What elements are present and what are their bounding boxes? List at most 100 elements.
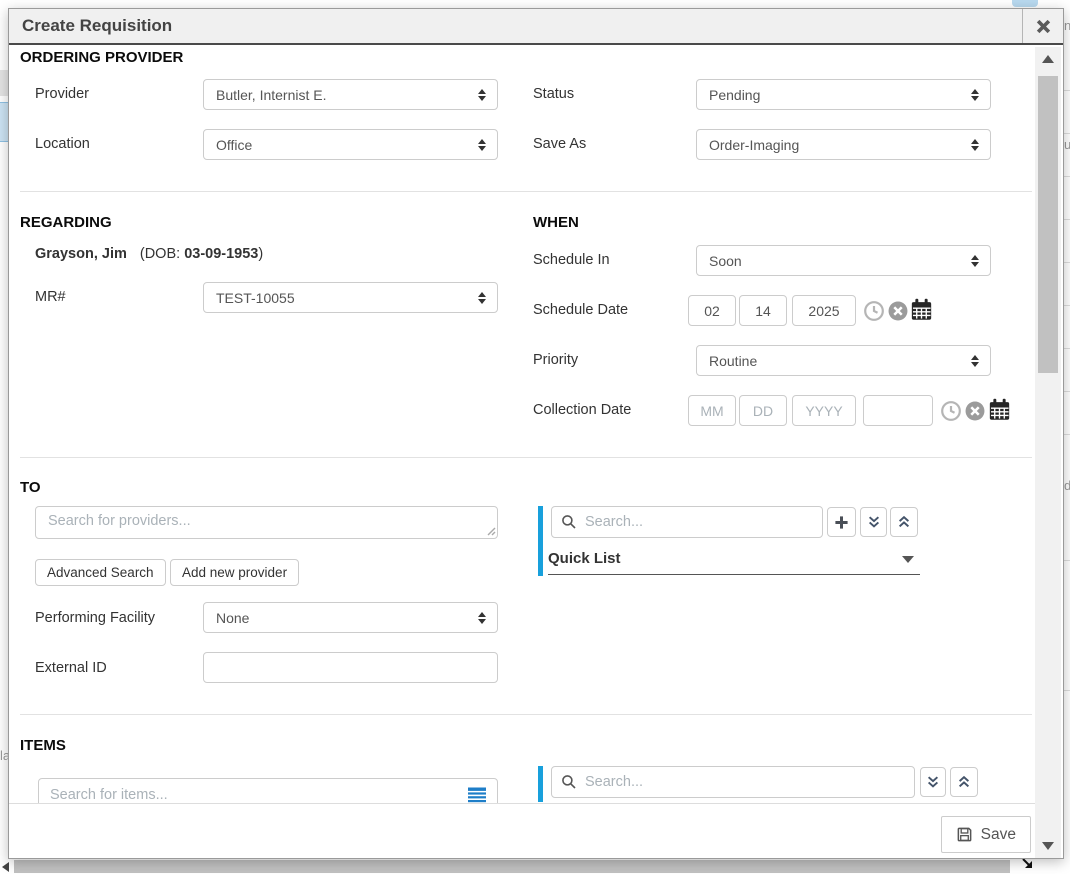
section-title-when: WHEN bbox=[533, 214, 579, 231]
schedule-time-clock-icon[interactable] bbox=[863, 300, 885, 322]
search-icon bbox=[561, 774, 577, 790]
resize-grip-icon[interactable] bbox=[486, 526, 496, 536]
quick-list-label: Quick List bbox=[548, 550, 621, 567]
schedule-date-month-input[interactable] bbox=[688, 295, 736, 326]
background-text-fragment: la bbox=[0, 748, 8, 763]
performing-facility-select[interactable]: None bbox=[203, 602, 498, 633]
hscroll-left-arrow-icon[interactable] bbox=[2, 862, 9, 872]
quick-list-underline bbox=[548, 574, 920, 575]
patient-line: Grayson, Jim (DOB: 03-09-1953) bbox=[35, 246, 263, 262]
status-label: Status bbox=[533, 86, 574, 102]
select-updown-icon bbox=[478, 612, 486, 624]
collection-date-month-input[interactable] bbox=[688, 395, 736, 426]
background-artifact bbox=[0, 70, 8, 96]
performing-facility-label: Performing Facility bbox=[35, 610, 155, 626]
provider-select[interactable]: Butler, Internist E. bbox=[203, 79, 498, 110]
priority-select[interactable]: Routine bbox=[696, 345, 991, 376]
items-search-box[interactable] bbox=[38, 778, 498, 803]
schedule-date-calendar-icon[interactable] bbox=[909, 297, 934, 322]
collection-time-input[interactable] bbox=[863, 395, 933, 426]
double-chevron-up-icon bbox=[957, 775, 971, 789]
status-select[interactable]: Pending bbox=[696, 79, 991, 110]
dialog-header: Create Requisition bbox=[9, 9, 1063, 45]
provider-select-value: Butler, Internist E. bbox=[216, 87, 327, 103]
performing-facility-select-value: None bbox=[216, 610, 249, 626]
background-row-line bbox=[1064, 219, 1070, 220]
dialog-vertical-scrollbar[interactable] bbox=[1035, 47, 1061, 858]
items-search-input[interactable] bbox=[48, 786, 460, 804]
screen: la n ur d Create Requisition ORDERING bbox=[0, 0, 1070, 874]
provider-quicklist-search-input[interactable] bbox=[583, 513, 813, 531]
select-updown-icon bbox=[971, 89, 979, 101]
background-row-line bbox=[1064, 690, 1070, 691]
background-text-fragment: ur bbox=[1064, 137, 1070, 152]
items-quicklist-search[interactable] bbox=[551, 766, 915, 798]
item-list-icon[interactable] bbox=[466, 786, 488, 804]
items-expand-all-button[interactable] bbox=[920, 767, 946, 797]
schedule-date-year-input[interactable] bbox=[792, 295, 856, 326]
background-row-line bbox=[1064, 262, 1070, 263]
items-collapse-all-button[interactable] bbox=[950, 767, 978, 797]
background-row-line bbox=[1064, 305, 1070, 306]
save-as-select[interactable]: Order-Imaging bbox=[696, 129, 991, 160]
items-quicklist-search-input[interactable] bbox=[583, 773, 905, 791]
section-divider bbox=[20, 457, 1032, 458]
advanced-search-button[interactable]: Advanced Search bbox=[35, 559, 166, 586]
expand-all-button[interactable] bbox=[860, 507, 887, 537]
quicklist-accent-bar bbox=[538, 506, 543, 576]
external-id-input[interactable] bbox=[203, 652, 498, 683]
hscroll-thumb[interactable] bbox=[14, 860, 1010, 873]
background-row-line bbox=[1064, 560, 1070, 561]
background-row-line bbox=[1064, 391, 1070, 392]
schedule-in-select[interactable]: Soon bbox=[696, 245, 991, 276]
add-quicklist-entry-button[interactable] bbox=[827, 507, 856, 537]
scroll-up-arrow-icon[interactable] bbox=[1042, 55, 1054, 63]
items-search-clip bbox=[38, 778, 500, 803]
collection-time-clock-icon[interactable] bbox=[940, 400, 962, 422]
patient-dob: (DOB: 03-09-1953) bbox=[140, 246, 263, 262]
collection-date-day-input[interactable] bbox=[739, 395, 787, 426]
section-divider bbox=[20, 191, 1032, 192]
schedule-in-label: Schedule In bbox=[533, 252, 610, 268]
select-updown-icon bbox=[971, 355, 979, 367]
location-select[interactable]: Office bbox=[203, 129, 498, 160]
mr-select[interactable]: TEST-10055 bbox=[203, 282, 498, 313]
collapse-all-button[interactable] bbox=[890, 507, 918, 537]
close-button[interactable] bbox=[1022, 9, 1063, 43]
patient-name: Grayson, Jim bbox=[35, 246, 127, 262]
dob-suffix: ) bbox=[258, 246, 263, 262]
section-title-ordering-provider: ORDERING PROVIDER bbox=[20, 49, 183, 66]
background-row-line bbox=[1064, 90, 1070, 91]
schedule-date-day-input[interactable] bbox=[739, 295, 787, 326]
collection-date-calendar-icon[interactable] bbox=[987, 397, 1012, 422]
background-row-line bbox=[1064, 133, 1070, 134]
save-as-select-value: Order-Imaging bbox=[709, 137, 799, 153]
background-row-line bbox=[1064, 434, 1070, 435]
provider-search-input[interactable] bbox=[35, 506, 498, 539]
collection-date-year-input[interactable] bbox=[792, 395, 856, 426]
background-artifact bbox=[1012, 0, 1038, 7]
dialog-footer: Save bbox=[9, 803, 1035, 858]
add-new-provider-button[interactable]: Add new provider bbox=[170, 559, 299, 586]
dob-value: 03-09-1953 bbox=[184, 246, 258, 262]
quick-list-header[interactable]: Quick List bbox=[548, 550, 920, 568]
section-divider bbox=[20, 714, 1032, 715]
double-chevron-up-icon bbox=[897, 515, 911, 529]
external-id-label: External ID bbox=[35, 660, 107, 676]
collection-date-clear-icon[interactable] bbox=[964, 400, 986, 422]
provider-quicklist-search[interactable] bbox=[551, 506, 823, 538]
schedule-date-clear-icon[interactable] bbox=[887, 300, 909, 322]
select-updown-icon bbox=[478, 292, 486, 304]
search-icon bbox=[561, 514, 577, 530]
items-quicklist-accent-bar bbox=[538, 766, 543, 802]
location-label: Location bbox=[35, 136, 90, 152]
background-artifact bbox=[0, 102, 8, 142]
vscroll-thumb[interactable] bbox=[1038, 76, 1058, 373]
create-requisition-dialog: Create Requisition ORDERING PROVIDER Pro… bbox=[8, 8, 1064, 859]
save-button[interactable]: Save bbox=[941, 816, 1031, 853]
double-chevron-down-icon bbox=[926, 775, 940, 789]
select-updown-icon bbox=[971, 139, 979, 151]
dialog-title: Create Requisition bbox=[22, 9, 172, 43]
scroll-down-arrow-icon[interactable] bbox=[1042, 842, 1054, 850]
section-title-items: ITEMS bbox=[20, 737, 66, 754]
